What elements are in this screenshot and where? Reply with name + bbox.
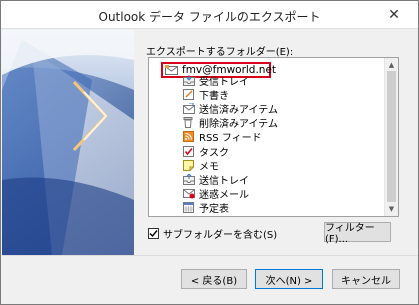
- next-button[interactable]: 次へ(N) >: [255, 269, 323, 289]
- tree-item-label: 削除済みアイテム: [199, 119, 278, 130]
- tree-item-inbox[interactable]: 受信トレイ: [183, 74, 249, 88]
- cancel-button[interactable]: キャンセル: [332, 269, 400, 289]
- inbox-icon: [183, 75, 195, 86]
- tree-item-label: 送信トレイ: [199, 176, 249, 187]
- close-icon: ✕: [388, 7, 400, 23]
- checkmark-icon: [149, 230, 158, 238]
- calendar-icon: [183, 202, 195, 213]
- tasks-icon: [183, 146, 195, 157]
- tree-item-label: 送信済みアイテム: [199, 105, 278, 116]
- sent-items-icon: [183, 103, 195, 114]
- back-button[interactable]: < 戻る(B): [181, 269, 247, 289]
- junk-email-icon: [183, 188, 195, 199]
- scroll-down-icon[interactable]: ▼: [385, 203, 398, 215]
- include-subfolders-checkbox[interactable]: [148, 228, 159, 239]
- tree-item-label: 予定表: [199, 204, 229, 215]
- tree-item-label: RSS フィード: [199, 133, 262, 144]
- drafts-icon: [183, 89, 195, 100]
- filter-button[interactable]: フィルター(F)...: [324, 222, 391, 245]
- tree-item-notes[interactable]: メモ: [183, 159, 219, 173]
- footer-divider: [2, 255, 418, 256]
- tree-item-label: タスク: [199, 148, 229, 159]
- outbox-icon: [183, 174, 195, 185]
- export-folder-label: エクスポートするフォルダー(E):: [146, 47, 294, 58]
- title-bar: Outlook データ ファイルのエクスポート ✕: [1, 1, 418, 29]
- scroll-thumb[interactable]: [387, 71, 396, 202]
- tree-item-label: 受信トレイ: [199, 77, 249, 88]
- mailbox-icon: [165, 64, 178, 76]
- tree-item-label: 下書き: [199, 91, 229, 102]
- wizard-banner: [2, 30, 134, 255]
- dialog-title: Outlook データ ファイルのエクスポート: [98, 10, 321, 24]
- include-subfolders-label: サブフォルダーを含む(S): [163, 230, 278, 241]
- export-dialog: Outlook データ ファイルのエクスポート ✕ エクスポートするフォルダー(…: [0, 0, 419, 305]
- tree-item-sent-items[interactable]: 送信済みアイテム: [183, 102, 278, 116]
- folder-tree[interactable]: fmv@fmworld.net 受信トレイ 下書き 送信済みアイテム 削除済みア…: [148, 57, 399, 217]
- tree-item-tasks[interactable]: タスク: [183, 145, 229, 159]
- tree-item-calendar[interactable]: 予定表: [183, 201, 229, 215]
- close-button[interactable]: ✕: [378, 5, 410, 25]
- deleted-items-icon: [183, 117, 195, 128]
- tree-item-outbox[interactable]: 送信トレイ: [183, 173, 249, 187]
- tree-item-rss-feeds[interactable]: RSS フィード: [183, 130, 262, 144]
- tree-item-label: メモ: [199, 162, 219, 173]
- banner-art-icon: [2, 30, 134, 255]
- tree-item-label: 迷惑メール: [199, 190, 249, 201]
- include-subfolders-option[interactable]: サブフォルダーを含む(S): [148, 226, 277, 241]
- scroll-up-icon[interactable]: ▲: [385, 59, 398, 71]
- folder-tree-scrollbar[interactable]: ▲ ▼: [384, 58, 398, 216]
- tree-item-deleted-items[interactable]: 削除済みアイテム: [183, 116, 278, 130]
- tree-item-drafts[interactable]: 下書き: [183, 88, 229, 102]
- notes-icon: [183, 160, 195, 171]
- rss-icon: [183, 131, 195, 142]
- tree-item-junk-email[interactable]: 迷惑メール: [183, 187, 249, 201]
